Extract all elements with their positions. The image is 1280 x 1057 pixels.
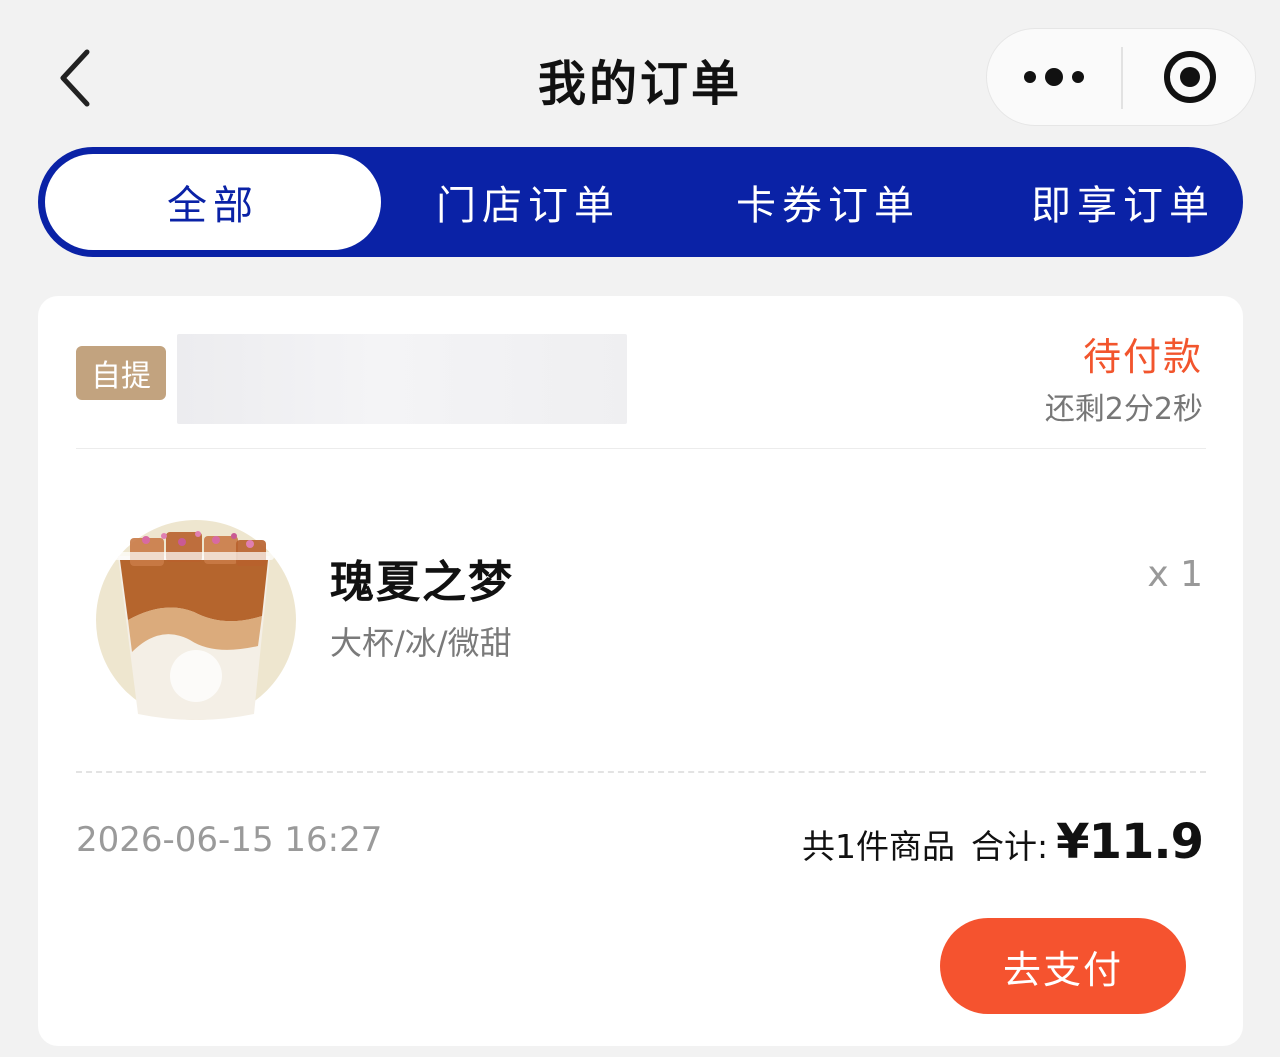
header-bar: 我的订单	[0, 0, 1280, 150]
order-status: 待付款	[1082, 335, 1203, 379]
product-image	[94, 516, 298, 720]
payment-countdown: 还剩2分2秒	[1044, 392, 1203, 427]
product-name: 瑰夏之梦	[330, 557, 514, 608]
mini-program-capsule	[986, 28, 1256, 126]
close-mini-program-button[interactable]	[1123, 29, 1257, 125]
tab-store-orders[interactable]: 门店订单	[378, 147, 678, 257]
item-count: 共1件商品	[802, 827, 956, 866]
tab-voucher-orders[interactable]: 卡券订单	[678, 147, 978, 257]
more-dots-icon	[1024, 68, 1084, 86]
store-name-redacted	[177, 334, 627, 424]
order-summary: 共1件商品 合计: ¥11.9	[802, 814, 1204, 870]
target-circle-icon	[1164, 51, 1216, 103]
order-tabs: 全部 门店订单 卡券订单 即享订单	[38, 147, 1243, 257]
more-button[interactable]	[987, 29, 1121, 125]
pay-button[interactable]: 去支付	[940, 918, 1186, 1014]
dashed-divider	[76, 771, 1206, 773]
product-quantity: x 1	[1147, 554, 1203, 595]
pickup-badge: 自提	[76, 346, 166, 400]
order-card[interactable]: 自提 待付款 还剩2分2秒 瑰夏之梦 大杯/冰/微甜 x 1 2026-06-1…	[38, 296, 1243, 1046]
tab-all[interactable]: 全部	[45, 154, 381, 250]
product-spec: 大杯/冰/微甜	[330, 624, 512, 662]
order-time: 2026-06-15 16:27	[76, 820, 383, 860]
divider	[76, 448, 1206, 449]
total-amount: ¥11.9	[1056, 814, 1204, 870]
tab-instant-orders[interactable]: 即享订单	[973, 147, 1273, 257]
total-label: 合计:	[971, 827, 1049, 866]
